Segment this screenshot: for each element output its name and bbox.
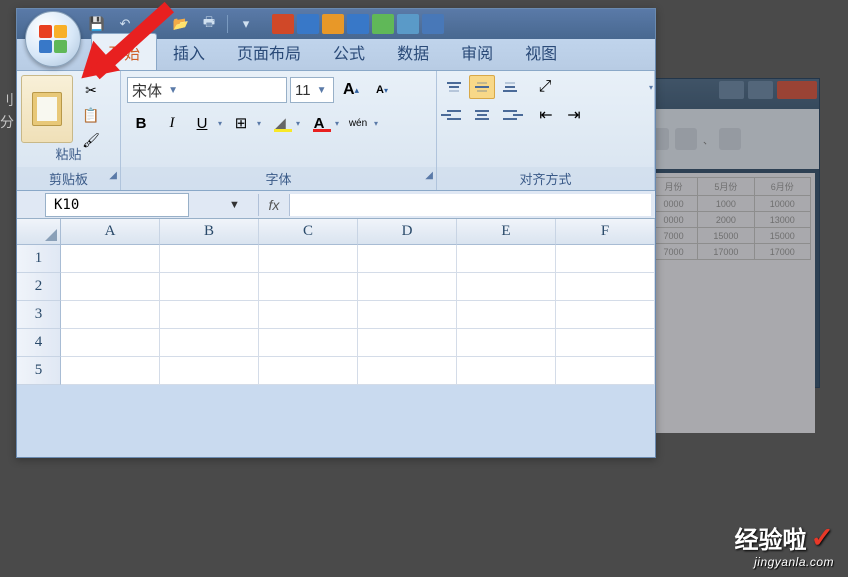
group-alignment: ⤢ ⇤ ⇥ 对齐方式 [437,71,655,190]
office-button[interactable] [25,11,81,67]
align-middle-button[interactable] [469,75,495,99]
shrink-font-button[interactable]: A▾ [368,77,396,103]
border-button[interactable]: ⊞ [228,110,264,136]
qat-undo-icon[interactable]: ↶ [115,14,135,34]
col-header[interactable]: D [358,219,457,245]
bg-table: 月份5月份6月份 0000100010000 0000200013000 700… [649,177,811,260]
office-logo-icon [39,25,67,53]
col-header[interactable]: B [160,219,259,245]
clipboard-group-label: 剪贴板 ◢ [17,167,120,190]
align-left-button[interactable] [441,103,467,127]
select-all-corner[interactable] [17,219,61,245]
background-window: 、 月份5月份6月份 0000100010000 0000200013000 7… [640,78,820,388]
group-font: 宋体▼ 11▼ A▴ A▾ B I U ⊞ ◢ [121,71,437,190]
ribbon: ✂ 📋 🖌 粘贴 剪贴板 ◢ 宋体▼ 11▼ [17,71,655,191]
col-header[interactable]: A [61,219,160,245]
ribbon-tabs: 开始 插入 页面布局 公式 数据 审阅 视图 [17,39,655,71]
font-group-label: 字体 ◢ [121,167,436,190]
row-header[interactable]: 5 [17,357,61,385]
col-header[interactable]: E [457,219,556,245]
font-dialog-launcher[interactable]: ◢ [425,170,433,181]
fill-color-button[interactable]: ◢ [267,110,303,136]
font-name-combo[interactable]: 宋体▼ [127,77,287,103]
clipboard-icon [32,92,62,126]
qat-more-icon[interactable]: ▾ [236,14,256,34]
tab-data[interactable]: 数据 [381,34,445,70]
align-center-button[interactable] [469,103,495,127]
font-size-combo[interactable]: 11▼ [290,77,334,103]
check-icon: ✓ [811,521,834,554]
qat-open-icon[interactable]: 📂 [171,14,191,34]
tab-review[interactable]: 审阅 [445,34,509,70]
bold-button[interactable]: B [127,110,155,136]
qat-save-icon[interactable]: 💾 [87,14,107,34]
copy-button[interactable]: 📋 [78,104,104,126]
align-bottom-button[interactable] [497,75,523,99]
tab-insert[interactable]: 插入 [157,34,221,70]
group-clipboard: ✂ 📋 🖌 粘贴 剪贴板 ◢ [17,71,121,190]
row-header[interactable]: 4 [17,329,61,357]
row-header[interactable]: 2 [17,273,61,301]
cut-button[interactable]: ✂ [78,79,104,101]
clipboard-dialog-launcher[interactable]: ◢ [109,170,117,181]
increase-indent-button[interactable]: ⇥ [561,103,587,127]
excel-window: 💾 ↶ ↷ 📂 🖶 ▾ 开始 插入 页面布局 公式 数据 审阅 视图 [16,8,656,458]
edge-text-1: 刂 [0,90,14,110]
name-box-dropdown[interactable]: ▼ [229,199,240,211]
italic-button[interactable]: I [158,110,186,136]
phonetic-button[interactable]: wén [345,110,381,136]
font-color-button[interactable]: A [306,110,342,136]
paste-label: 粘贴 [17,144,120,163]
worksheet: 1 2 3 4 5 A B C D E F [17,219,655,385]
tab-home[interactable]: 开始 [91,33,157,70]
grid[interactable] [61,245,655,385]
col-header[interactable]: F [556,219,655,245]
qat-print-icon[interactable]: 🖶 [199,14,219,34]
edge-text-2: 分 [0,112,14,132]
formula-bar-row: K10 ▼ fx [17,191,655,219]
tab-view[interactable]: 视图 [509,34,573,70]
title-accents [272,14,444,34]
name-box[interactable]: K10 [45,193,189,217]
paste-button[interactable] [21,75,73,143]
align-top-button[interactable] [441,75,467,99]
qat-redo-icon[interactable]: ↷ [143,14,163,34]
grow-font-button[interactable]: A▴ [337,77,365,103]
tab-page-layout[interactable]: 页面布局 [221,34,317,70]
fx-button[interactable]: fx [258,194,290,216]
row-header[interactable]: 3 [17,301,61,329]
formula-bar-input[interactable] [290,194,651,216]
row-header[interactable]: 1 [17,245,61,273]
tab-formulas[interactable]: 公式 [317,34,381,70]
underline-button[interactable]: U [189,110,225,136]
decrease-indent-button[interactable]: ⇤ [533,103,559,127]
align-right-button[interactable] [497,103,523,127]
watermark: 经验啦 ✓ jingyanla.com [735,520,834,569]
col-header[interactable]: C [259,219,358,245]
alignment-group-label: 对齐方式 [437,167,654,190]
orientation-button[interactable]: ⤢ [533,75,567,99]
